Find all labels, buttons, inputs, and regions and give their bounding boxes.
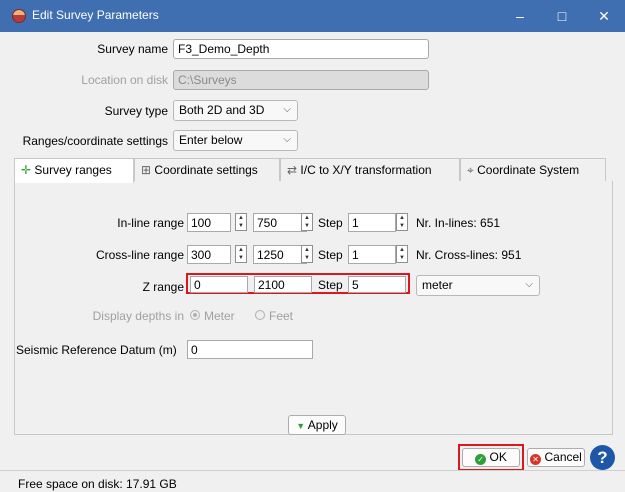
chevron-down-icon: ⌵	[283, 104, 291, 115]
z-stop-field[interactable]: 2100	[254, 276, 312, 293]
inline-start-field[interactable]: 100	[187, 213, 231, 232]
srd-field[interactable]: 0	[187, 340, 313, 359]
crossline-stop-field[interactable]: 1250	[253, 245, 307, 264]
srd-label: Seismic Reference Datum (m)	[16, 343, 177, 357]
title-bar: Edit Survey Parameters – □ ✕	[0, 0, 625, 32]
crossline-range-label: Cross-line range	[95, 248, 184, 262]
help-button[interactable]: ?	[590, 445, 615, 470]
meter-radio[interactable]	[190, 310, 200, 320]
crossline-start-field[interactable]: 300	[187, 245, 231, 264]
meter-radio-label: Meter	[204, 309, 235, 323]
inline-stop-spinner[interactable]: ▲ ▼	[301, 213, 313, 231]
window-title: Edit Survey Parameters	[32, 8, 159, 22]
z-unit-dropdown[interactable]: meter ⌵	[416, 275, 540, 296]
close-button[interactable]: ✕	[583, 0, 625, 32]
survey-name-field[interactable]: F3_Demo_Depth	[173, 39, 429, 59]
feet-radio-label: Feet	[269, 309, 294, 323]
tab-label: Coordinate settings	[154, 163, 258, 177]
check-icon: ✓	[475, 454, 487, 465]
tab-survey-ranges[interactable]: ✛ Survey ranges	[14, 158, 134, 183]
z-range-label: Z range	[142, 280, 184, 294]
crossline-step-spinner[interactable]: ▲ ▼	[396, 245, 408, 263]
survey-type-dropdown[interactable]: Both 2D and 3D ⌵	[173, 100, 298, 121]
ranges-settings-label: Ranges/coordinate settings	[22, 134, 168, 148]
inline-step-spinner[interactable]: ▲ ▼	[396, 213, 408, 231]
tab-ic-xy-transformation[interactable]: ⇄ I/C to X/Y transformation	[280, 158, 460, 182]
inline-range-label: In-line range	[117, 216, 184, 230]
location-field: C:\Surveys	[173, 70, 429, 90]
tab-label: I/C to X/Y transformation	[300, 163, 432, 177]
status-divider	[0, 470, 625, 471]
z-step-label: Step	[318, 278, 343, 292]
minimize-button[interactable]: –	[499, 0, 541, 32]
tab-coordinate-settings[interactable]: ⊞ Coordinate settings	[134, 158, 280, 182]
ranges-settings-dropdown[interactable]: Enter below ⌵	[173, 130, 298, 151]
inline-step-label: Step	[318, 216, 343, 230]
free-space-status: Free space on disk: 17.91 GB	[18, 477, 177, 491]
ok-button[interactable]: ✓ OK	[462, 448, 520, 467]
z-start-field[interactable]: 0	[190, 276, 248, 293]
survey-type-value: Both 2D and 3D	[179, 103, 265, 117]
survey-type-label: Survey type	[104, 104, 168, 118]
apply-button[interactable]: ▼ Apply	[288, 415, 346, 435]
crossline-count-text: Nr. Cross-lines: 951	[416, 248, 522, 262]
location-label: Location on disk	[81, 73, 168, 87]
tab-label: Survey ranges	[34, 163, 112, 177]
tab-coordinate-system[interactable]: ⌖ Coordinate System	[460, 158, 606, 182]
transform-icon: ⇄	[287, 163, 298, 177]
crossline-start-spinner[interactable]: ▲ ▼	[235, 245, 247, 263]
feet-radio[interactable]	[255, 310, 265, 320]
grid-icon: ⊞	[141, 163, 152, 177]
survey-name-label: Survey name	[97, 42, 168, 56]
inline-start-spinner[interactable]: ▲ ▼	[235, 213, 247, 231]
inline-stop-field[interactable]: 750	[253, 213, 307, 232]
cancel-icon: ✕	[530, 454, 542, 465]
cancel-button[interactable]: ✕ Cancel	[527, 448, 585, 467]
chevron-down-icon: ⌵	[525, 279, 533, 290]
crosshair-icon: ✛	[21, 163, 32, 177]
arrow-down-icon: ▼	[296, 421, 306, 431]
globe-pin-icon: ⌖	[467, 163, 474, 177]
z-unit-value: meter	[422, 278, 453, 292]
display-depths-label: Display depths in	[92, 309, 184, 323]
inline-step-field[interactable]: 1	[348, 213, 396, 232]
crossline-step-label: Step	[318, 248, 343, 262]
maximize-button[interactable]: □	[541, 0, 583, 32]
crossline-stop-spinner[interactable]: ▲ ▼	[301, 245, 313, 263]
z-step-field[interactable]: 5	[348, 276, 406, 293]
tab-label: Coordinate System	[477, 163, 580, 177]
ranges-settings-value: Enter below	[179, 133, 243, 147]
chevron-down-icon: ⌵	[283, 134, 291, 145]
apply-label: Apply	[307, 418, 338, 432]
crossline-step-field[interactable]: 1	[348, 245, 396, 264]
survey-app-icon	[12, 9, 26, 23]
ok-label: OK	[489, 450, 507, 464]
cancel-label: Cancel	[544, 450, 582, 464]
inline-count-text: Nr. In-lines: 651	[416, 216, 501, 230]
